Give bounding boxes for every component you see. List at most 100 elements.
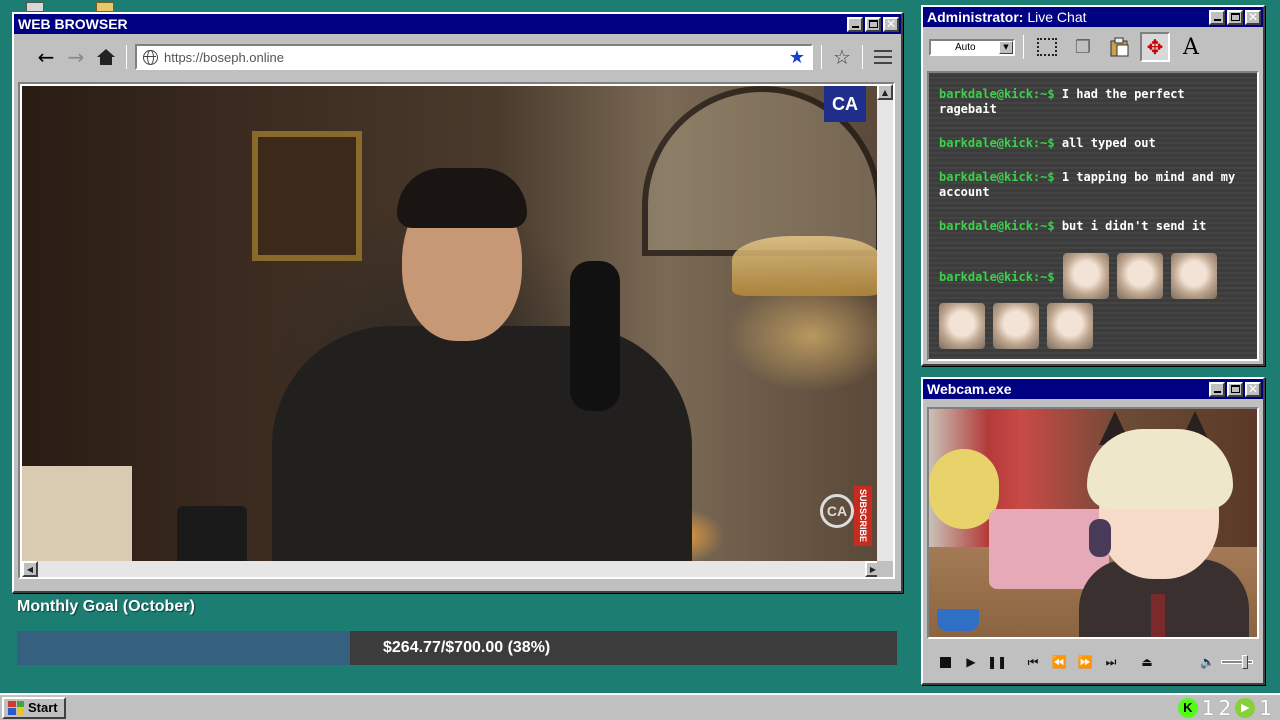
hamburger-menu-icon[interactable] (871, 45, 895, 69)
windows-logo-icon (8, 700, 24, 715)
toolbar-separator (862, 45, 863, 69)
system-tray: K 1 2 ▶ 1 (1177, 695, 1278, 720)
minimize-button[interactable] (1209, 381, 1225, 397)
copy-icon[interactable]: ❐ (1068, 32, 1098, 62)
emote-icon (1062, 253, 1109, 299)
close-icon: ✕ (885, 17, 897, 31)
vertical-scrollbar[interactable]: ▲ (877, 84, 893, 563)
arrow-left-icon[interactable]: ← (34, 45, 58, 69)
volume-slider[interactable] (1221, 655, 1253, 669)
channel-logo: CA (824, 86, 866, 122)
browser-navbar: ← → https://boseph.online ★ ☆ (14, 40, 901, 74)
stop-icon[interactable] (933, 650, 957, 674)
minimize-icon (1214, 18, 1221, 21)
play-icon[interactable]: ▶ (959, 650, 983, 674)
close-button[interactable]: ✕ (883, 16, 899, 32)
video-player[interactable]: CA CA SUBSCRIBE (22, 86, 881, 563)
play-circle-icon[interactable]: ▶ (1235, 697, 1256, 718)
start-button[interactable]: Start (2, 696, 66, 719)
goal-progress-fill (17, 631, 350, 665)
start-label: Start (28, 700, 58, 715)
rewind-icon[interactable]: ⏪ (1047, 650, 1071, 674)
video-mug (177, 506, 247, 563)
browser-window: WEB BROWSER ✕ ← → https://boseph.online … (12, 12, 903, 593)
maximize-icon (868, 20, 878, 28)
paste-graphic (1110, 37, 1129, 57)
chat-titlebar[interactable]: Administrator: Live Chat ✕ (923, 7, 1263, 27)
eject-icon[interactable]: ⏏ (1135, 650, 1159, 674)
avatar-tie (1151, 594, 1165, 637)
move-icon[interactable]: ✥ (1140, 32, 1170, 62)
webcam-feed (927, 407, 1259, 639)
chat-text: all typed out (1061, 136, 1156, 150)
video-microphone (570, 261, 620, 411)
chat-emote-message: barkdale@kick:~$ (939, 253, 1247, 299)
home-icon-graphic (97, 49, 115, 65)
marquee-box (1037, 38, 1057, 56)
subscribe-badge[interactable]: SUBSCRIBE (854, 486, 872, 546)
desktop-computer-icon[interactable] (26, 2, 44, 12)
kick-logo-icon[interactable]: K (1177, 697, 1198, 718)
goal-amount: $264.77/$700.00 (38%) (383, 639, 551, 656)
chat-prompt: barkdale@kick:~$ (939, 136, 1055, 150)
address-bar[interactable]: https://boseph.online ★ (135, 44, 813, 70)
webcam-titlebar[interactable]: Webcam.exe ✕ (923, 379, 1263, 399)
star-filled-icon[interactable]: ★ (789, 47, 805, 68)
url-text[interactable]: https://boseph.online (164, 50, 783, 65)
webcam-title: Webcam.exe (927, 381, 1012, 397)
browser-title: WEB BROWSER (18, 16, 128, 32)
emote-icon (1170, 253, 1217, 299)
home-icon[interactable] (94, 45, 118, 69)
dropdown-value: Auto (955, 41, 976, 53)
maximize-button[interactable] (1227, 381, 1243, 397)
taskbar: Start K 1 2 ▶ 1 (0, 693, 1280, 720)
live-chat-window: Administrator: Live Chat ✕ Auto ▼ ❐ ✥ A … (921, 5, 1265, 366)
chat-prompt: barkdale@kick:~$ (939, 270, 1055, 284)
paste-icon[interactable] (1104, 32, 1134, 62)
skip-back-icon[interactable]: ⏮ (1021, 650, 1045, 674)
scroll-left-icon[interactable]: ◀ (22, 561, 38, 577)
video-box (22, 466, 132, 563)
chat-message: barkdale@kick:~$ I had the perfect rageb… (939, 87, 1247, 117)
emote-icon (1047, 303, 1093, 349)
goal-progress-bar: $264.77/$700.00 (38%) (17, 631, 897, 665)
chevron-down-icon[interactable]: ▼ (999, 40, 1013, 54)
volume-thumb[interactable] (1242, 655, 1248, 669)
close-icon: ✕ (1247, 382, 1259, 396)
toolbar-separator (821, 45, 822, 69)
maximize-button[interactable] (865, 16, 881, 32)
select-marquee-icon[interactable] (1032, 32, 1062, 62)
star-outline-icon[interactable]: ☆ (830, 45, 854, 69)
avatar-headphone (1089, 519, 1111, 557)
minimize-button[interactable] (847, 16, 863, 32)
minimize-button[interactable] (1209, 9, 1225, 25)
chat-prompt: barkdale@kick:~$ (939, 219, 1055, 233)
browser-titlebar[interactable]: WEB BROWSER ✕ (14, 14, 901, 34)
browser-content: CA CA SUBSCRIBE ▲ ◀ ▶ (18, 82, 895, 579)
skip-forward-icon[interactable]: ⏭ (1099, 650, 1123, 674)
webcam-window: Webcam.exe ✕ ▶ ❚❚ ⏮ ⏪ ⏩ ⏭ ⏏ 🔈 (921, 377, 1265, 685)
arrow-right-icon[interactable]: → (64, 45, 88, 69)
goal-label: Monthly Goal (October) (17, 598, 195, 615)
close-icon: ✕ (1247, 10, 1259, 24)
volume-icon[interactable]: 🔈 (1200, 655, 1215, 669)
fast-forward-icon[interactable]: ⏩ (1073, 650, 1097, 674)
scroll-up-icon[interactable]: ▲ (877, 84, 893, 100)
volume-control: 🔈 (1200, 655, 1253, 669)
chat-title-prefix: Administrator: (927, 9, 1024, 25)
text-icon[interactable]: A (1176, 32, 1206, 62)
chat-toolbar: Auto ▼ ❐ ✥ A (923, 27, 1263, 67)
scroll-corner (877, 561, 893, 577)
font-size-dropdown[interactable]: Auto ▼ (929, 38, 1015, 56)
close-button[interactable]: ✕ (1245, 9, 1261, 25)
maximize-button[interactable] (1227, 9, 1243, 25)
chat-prompt: barkdale@kick:~$ (939, 170, 1055, 184)
close-button[interactable]: ✕ (1245, 381, 1261, 397)
tray-count: 1 (1259, 695, 1272, 720)
media-controls: ▶ ❚❚ ⏮ ⏪ ⏩ ⏭ ⏏ 🔈 (927, 645, 1259, 679)
horizontal-scrollbar[interactable]: ◀ ▶ (22, 561, 881, 577)
video-lamp (732, 236, 881, 296)
chat-message: barkdale@kick:~$ all typed out (939, 136, 1247, 151)
pause-icon[interactable]: ❚❚ (985, 650, 1009, 674)
desktop-folder-icon[interactable] (96, 2, 114, 12)
